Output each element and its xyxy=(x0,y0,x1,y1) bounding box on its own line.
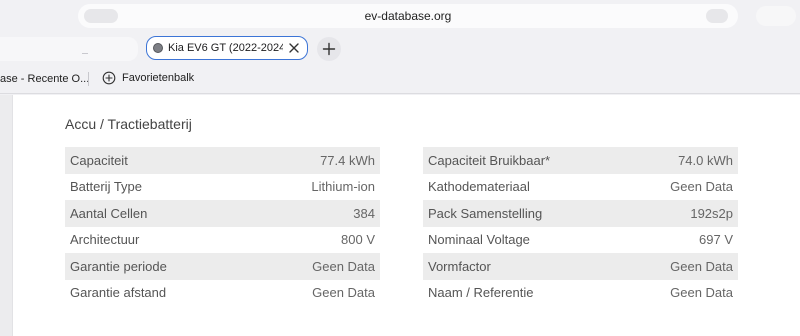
favicon-icon xyxy=(153,43,163,53)
content-card: Accu / Tractiebatterij Capaciteit 77.4 k… xyxy=(12,95,800,336)
spec-value: 697 V xyxy=(699,232,733,248)
spec-label: Aantal Cellen xyxy=(70,205,148,221)
window-controls[interactable] xyxy=(756,6,796,26)
spec-value: Geen Data xyxy=(312,285,375,301)
spec-value: Geen Data xyxy=(670,285,733,301)
tab-divider xyxy=(82,53,88,54)
spec-value: Geen Data xyxy=(670,258,733,274)
plus-icon xyxy=(322,42,336,56)
spec-value: 384 xyxy=(353,205,375,221)
browser-toolbar: ev-database.org xyxy=(0,0,800,32)
spec-label: Capaciteit Bruikbaar* xyxy=(428,152,551,168)
url-text: ev-database.org xyxy=(364,9,452,23)
reader-view-icon[interactable] xyxy=(706,9,728,23)
spec-value: 800 V xyxy=(341,232,375,248)
tab-title: Kia EV6 GT (2022-2024) ... xyxy=(168,42,283,54)
spec-value: 74.0 kWh xyxy=(678,152,733,168)
table-row: Nominaal Voltage 697 V xyxy=(423,227,738,254)
close-icon[interactable] xyxy=(287,41,301,55)
table-row: Aantal Cellen 384 xyxy=(65,200,380,227)
table-row: Garantie afstand Geen Data xyxy=(65,280,380,307)
site-info-icon[interactable] xyxy=(84,9,118,23)
spec-table-right: Capaciteit Bruikbaar* 74.0 kWh Kathodema… xyxy=(423,147,738,306)
page-viewport: Accu / Tractiebatterij Capaciteit 77.4 k… xyxy=(0,95,800,336)
bookmark-item[interactable]: ase - Recente O... xyxy=(0,73,89,85)
bookmark-favorites-label: Favorietenbalk xyxy=(122,72,195,84)
spec-label: Capaciteit xyxy=(70,152,128,168)
table-row: Capaciteit 77.4 kWh xyxy=(65,147,380,174)
spec-table-left: Capaciteit 77.4 kWh Batterij Type Lithiu… xyxy=(65,147,380,306)
spec-label: Nominaal Voltage xyxy=(428,232,530,248)
table-row: Naam / Referentie Geen Data xyxy=(423,280,738,307)
spec-label: Pack Samenstelling xyxy=(428,205,543,221)
table-row: Vormfactor Geen Data xyxy=(423,253,738,280)
tab-strip: Kia EV6 GT (2022-2024) ... xyxy=(0,32,800,64)
spec-value: Lithium-ion xyxy=(311,179,375,195)
bookmark-divider xyxy=(88,72,89,86)
table-row: Garantie periode Geen Data xyxy=(65,253,380,280)
table-row: Batterij Type Lithium-ion xyxy=(65,174,380,201)
spec-label: Batterij Type xyxy=(70,179,143,195)
spec-value: 192s2p xyxy=(690,205,733,221)
table-row: Capaciteit Bruikbaar* 74.0 kWh xyxy=(423,147,738,174)
section-title: Accu / Tractiebatterij xyxy=(65,116,192,132)
bookmark-favorites[interactable]: Favorietenbalk xyxy=(102,71,194,85)
add-circle-icon xyxy=(102,71,116,85)
spec-label: Architectuur xyxy=(70,232,140,248)
table-row: Kathodemateriaal Geen Data xyxy=(423,174,738,201)
spec-label: Naam / Referentie xyxy=(428,285,534,301)
tab-inactive[interactable] xyxy=(0,37,138,61)
address-bar[interactable]: ev-database.org xyxy=(78,4,738,28)
table-row: Pack Samenstelling 192s2p xyxy=(423,200,738,227)
spec-value: Geen Data xyxy=(312,258,375,274)
spec-value: Geen Data xyxy=(670,179,733,195)
table-row: Architectuur 800 V xyxy=(65,227,380,254)
bookmarks-bar: ase - Recente O... Favorietenbalk xyxy=(0,64,800,94)
spec-label: Garantie periode xyxy=(70,258,167,274)
spec-label: Kathodemateriaal xyxy=(428,179,530,195)
new-tab-button[interactable] xyxy=(317,37,341,61)
spec-label: Vormfactor xyxy=(428,258,491,274)
spec-label: Garantie afstand xyxy=(70,285,167,301)
tab-active[interactable]: Kia EV6 GT (2022-2024) ... xyxy=(146,36,308,60)
spec-value: 77.4 kWh xyxy=(320,152,375,168)
